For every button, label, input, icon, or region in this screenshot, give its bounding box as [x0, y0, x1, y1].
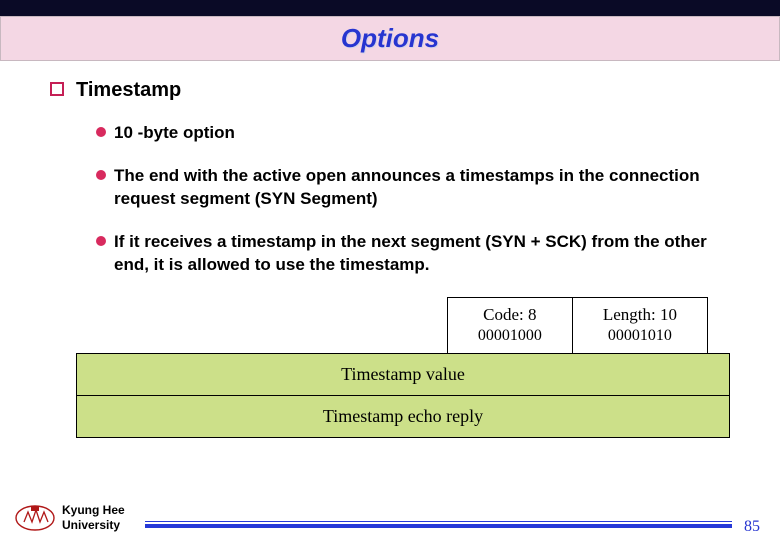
code-cell: Code: 8 00001000: [448, 298, 573, 353]
university-line1: Kyung Hee: [62, 503, 125, 517]
footer-divider-line: [145, 524, 732, 528]
square-bullet-icon: [50, 82, 64, 96]
bullet-item: 10 -byte option: [96, 122, 730, 145]
dot-bullet-icon: [96, 127, 106, 137]
section-heading-text: Timestamp: [76, 79, 181, 101]
code-binary: 00001000: [478, 326, 542, 347]
university-name: Kyung Hee University: [62, 503, 125, 532]
diagram-header-row: Code: 8 00001000 Length: 10 00001010: [76, 297, 730, 353]
university-line2: University: [62, 518, 125, 532]
length-cell: Length: 10 00001010: [573, 298, 707, 353]
title-band: Options: [0, 16, 780, 61]
slide-title: Options: [341, 23, 439, 53]
timestamp-echo-row: Timestamp echo reply: [76, 396, 730, 438]
content-area: Timestamp 10 -byte option The end with t…: [0, 61, 780, 438]
top-dark-band: [0, 0, 780, 16]
length-label: Length: 10: [603, 304, 677, 326]
length-binary: 00001010: [603, 326, 677, 347]
timestamp-value-row: Timestamp value: [76, 353, 730, 396]
page-number: 85: [744, 518, 760, 536]
dot-bullet-icon: [96, 236, 106, 246]
university-logo-icon: [14, 500, 56, 532]
code-label: Code: 8: [478, 304, 542, 326]
bullet-list: 10 -byte option The end with the active …: [76, 122, 730, 277]
dot-bullet-icon: [96, 170, 106, 180]
bullet-item: The end with the active open announces a…: [96, 165, 730, 211]
bullet-item: If it receives a timestamp in the next s…: [96, 231, 730, 277]
slide-footer: Kyung Hee University 85: [0, 500, 780, 532]
bullet-text: If it receives a timestamp in the next s…: [114, 232, 707, 274]
bullet-text: The end with the active open announces a…: [114, 166, 700, 208]
section-heading: Timestamp: [76, 79, 730, 102]
option-format-diagram: Code: 8 00001000 Length: 10 00001010 Tim…: [76, 297, 730, 438]
bullet-text: 10 -byte option: [114, 123, 235, 142]
